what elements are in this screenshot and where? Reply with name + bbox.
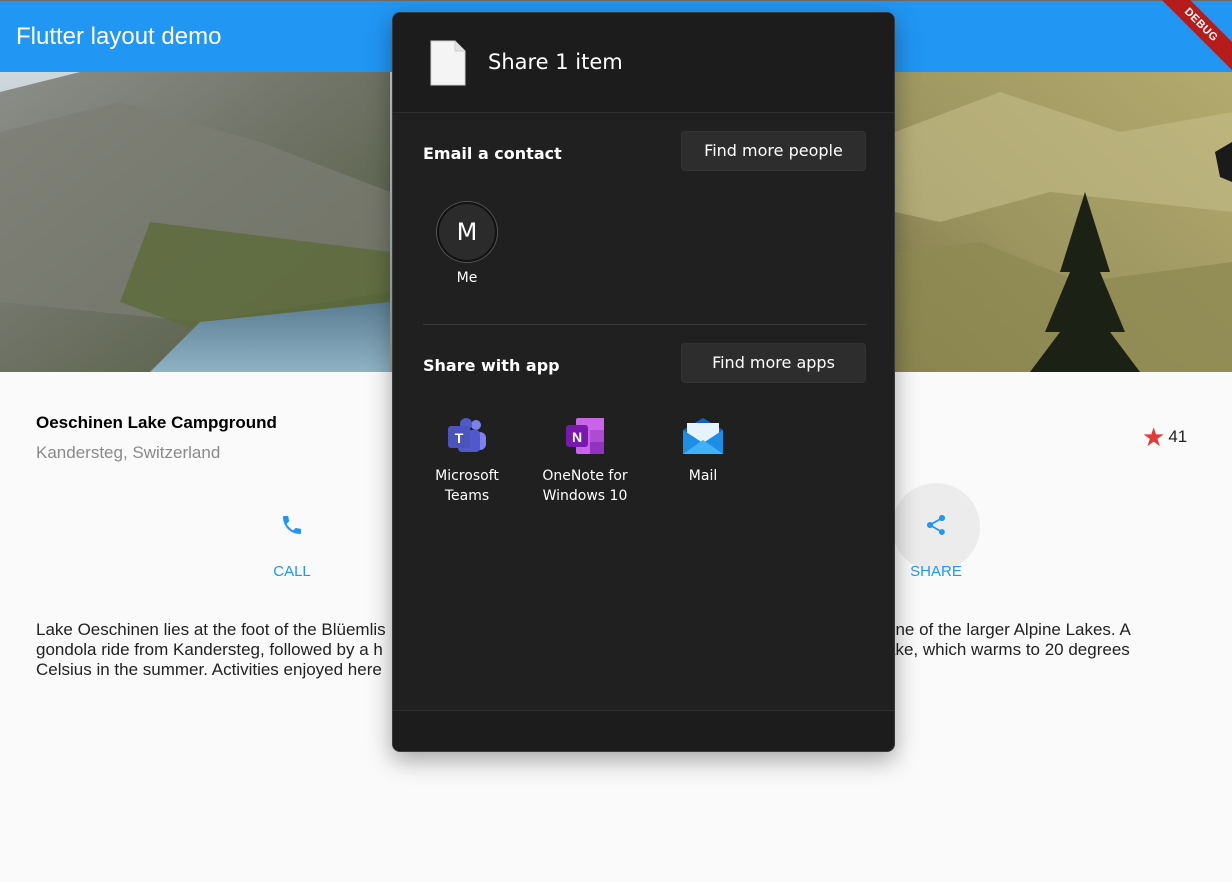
debug-banner: DEBUG	[1147, 0, 1232, 79]
share-dialog-header: Share 1 item	[393, 13, 894, 113]
share-with-app-heading: Share with app	[423, 356, 560, 375]
app-window: Flutter layout demo DEBUG Oeschinen Lake…	[0, 0, 1232, 882]
share-icon	[927, 515, 945, 535]
description-line1-left: Lake Oeschinen lies at the foot of the B…	[36, 620, 386, 639]
app-tile-teams[interactable]: T Microsoft Teams	[415, 416, 519, 506]
avatar: M	[437, 202, 497, 262]
place-name: Oeschinen Lake Campground	[36, 413, 277, 432]
description-line1-right: is one of the larger Alpine Lakes. A	[869, 620, 1131, 639]
find-more-people-button[interactable]: Find more people	[681, 131, 866, 171]
call-button[interactable]: CALL	[248, 483, 336, 583]
app-tile-onenote[interactable]: N OneNote for Windows 10	[533, 416, 637, 506]
app-name-line2: Teams	[444, 488, 490, 504]
share-label: SHARE	[910, 563, 962, 580]
description-line2-left: gondola ride from Kandersteg, followed b…	[36, 640, 383, 659]
app-name: OneNote for Windows 10	[533, 466, 637, 506]
find-more-apps-button[interactable]: Find more apps	[681, 343, 866, 383]
phone-icon	[283, 516, 301, 534]
favorite-rating[interactable]: ★ 41	[1142, 424, 1187, 450]
app-name: Mail	[651, 466, 755, 486]
svg-text:T: T	[455, 430, 464, 446]
app-name-line1: Microsoft	[435, 468, 499, 484]
rating-count: 41	[1168, 427, 1188, 446]
divider	[423, 324, 866, 325]
file-icon	[430, 40, 466, 86]
app-name: Microsoft Teams	[415, 466, 519, 506]
app-bar-title: Flutter layout demo	[16, 23, 222, 50]
contact-item-me[interactable]: M Me	[437, 202, 497, 286]
contact-name: Me	[456, 270, 478, 286]
app-tile-mail[interactable]: Mail	[651, 416, 755, 486]
mail-icon	[683, 418, 723, 454]
share-dialog-footer	[393, 710, 894, 751]
call-label: CALL	[273, 563, 311, 580]
share-dialog: Share 1 item Email a contact Find more p…	[392, 12, 895, 752]
share-button[interactable]: SHARE	[892, 483, 980, 583]
app-name-line2: Windows 10	[542, 488, 628, 504]
email-contact-heading: Email a contact	[423, 144, 562, 163]
star-icon: ★	[1142, 422, 1166, 452]
place-location: Kandersteg, Switzerland	[36, 443, 221, 462]
teams-icon: T	[448, 418, 486, 452]
app-name-line1: Mail	[688, 468, 718, 484]
onenote-icon: N	[566, 418, 604, 454]
description-line3-left: Celsius in the summer. Activities enjoye…	[36, 660, 382, 679]
description-line2-right: ake, which warms to 20 degrees	[886, 640, 1130, 659]
share-dialog-title: Share 1 item	[488, 50, 623, 74]
svg-text:N: N	[572, 429, 582, 445]
app-name-line1: OneNote for	[542, 468, 628, 484]
